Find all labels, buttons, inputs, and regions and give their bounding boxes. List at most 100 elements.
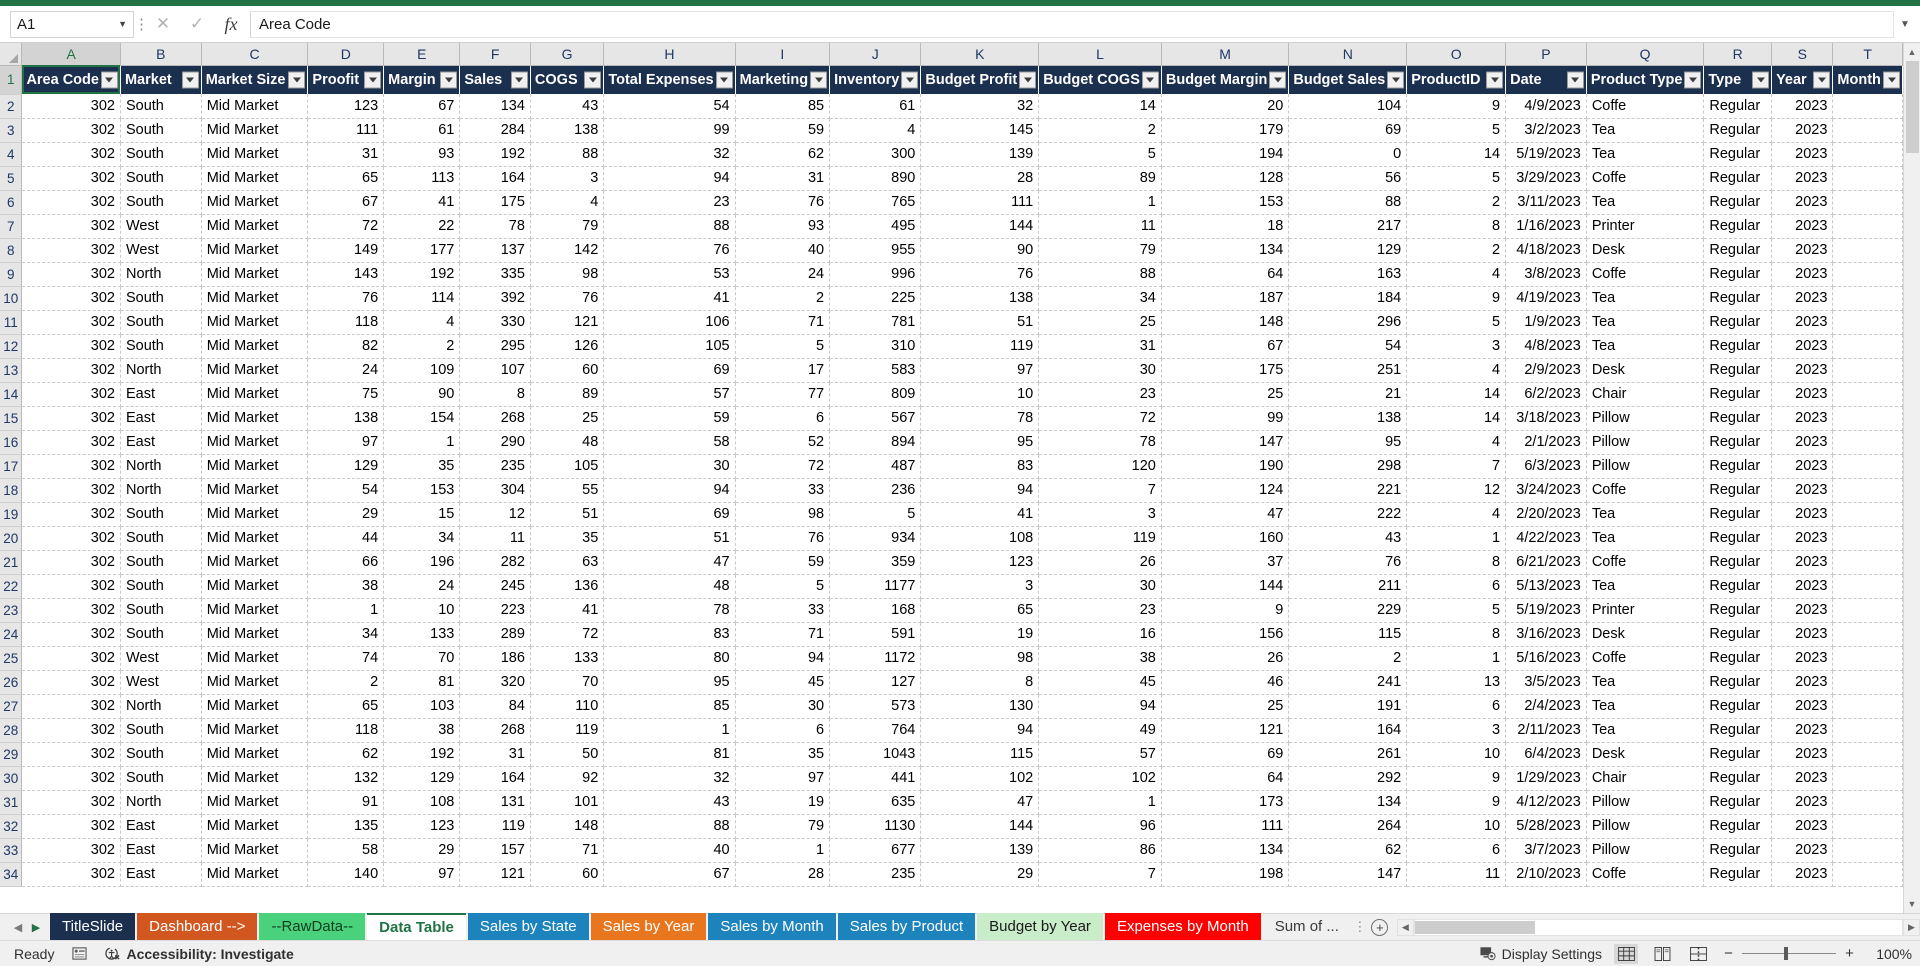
cell[interactable]: Mid Market: [201, 670, 309, 695]
cell[interactable]: 144: [920, 214, 1040, 239]
cell[interactable]: Tea: [1586, 526, 1705, 551]
cell[interactable]: 134: [1288, 790, 1408, 815]
cell[interactable]: 92: [530, 766, 605, 791]
cell[interactable]: 131: [459, 790, 531, 815]
cell[interactable]: 2: [307, 670, 385, 695]
cell[interactable]: South: [120, 598, 202, 623]
cell[interactable]: 38: [1038, 646, 1162, 671]
cell[interactable]: 138: [1288, 406, 1408, 431]
cell[interactable]: Mid Market: [201, 142, 309, 167]
cell[interactable]: 64: [1161, 262, 1290, 287]
cell[interactable]: 62: [735, 142, 831, 167]
cell[interactable]: Mid Market: [201, 406, 309, 431]
cell[interactable]: 40: [603, 838, 736, 863]
cell[interactable]: 2: [1038, 118, 1162, 143]
cell[interactable]: 97: [307, 430, 385, 455]
cell[interactable]: 98: [530, 262, 605, 287]
row-header-19[interactable]: 19: [0, 502, 23, 527]
cell[interactable]: 26: [1161, 646, 1290, 671]
cell[interactable]: 302: [21, 526, 121, 551]
column-filter-header-11[interactable]: Budget COGS: [1038, 65, 1162, 94]
filter-dropdown-icon[interactable]: [1141, 71, 1159, 89]
cell[interactable]: 2: [735, 286, 831, 311]
cell[interactable]: Mid Market: [201, 766, 309, 791]
cell[interactable]: West: [120, 214, 202, 239]
cell[interactable]: 31: [1038, 334, 1162, 359]
cell[interactable]: Mid Market: [201, 214, 309, 239]
cell[interactable]: South: [120, 118, 202, 143]
cell[interactable]: 2023: [1771, 454, 1834, 479]
row-header-1[interactable]: 1: [0, 65, 23, 95]
cell[interactable]: 133: [530, 646, 605, 671]
cell[interactable]: 1177: [829, 574, 922, 599]
cell[interactable]: West: [120, 646, 202, 671]
cell[interactable]: 175: [459, 190, 531, 215]
cell[interactable]: Coffe: [1586, 94, 1705, 119]
cell[interactable]: [1832, 190, 1903, 215]
sheet-tab-data-table[interactable]: Data Table: [367, 913, 466, 940]
cell[interactable]: 2023: [1771, 622, 1834, 647]
cell[interactable]: Mid Market: [201, 454, 309, 479]
cell[interactable]: [1832, 742, 1903, 767]
cell[interactable]: 2: [1288, 646, 1408, 671]
cell[interactable]: 2023: [1771, 286, 1834, 311]
fx-icon[interactable]: fx: [214, 11, 248, 38]
cell[interactable]: 163: [1288, 262, 1408, 287]
cell[interactable]: 235: [459, 454, 531, 479]
cell[interactable]: 2023: [1771, 190, 1834, 215]
cell[interactable]: 302: [21, 166, 121, 191]
cell[interactable]: 86: [1038, 838, 1162, 863]
cell[interactable]: 31: [459, 742, 531, 767]
cell[interactable]: [1832, 166, 1903, 191]
cell[interactable]: [1832, 358, 1903, 383]
cell[interactable]: South: [120, 526, 202, 551]
cell[interactable]: 78: [1038, 430, 1162, 455]
cell[interactable]: 76: [307, 286, 385, 311]
cell[interactable]: 85: [735, 94, 831, 119]
ellipsis-icon[interactable]: ⋮: [134, 17, 149, 32]
cell[interactable]: [1832, 118, 1903, 143]
cell[interactable]: 284: [459, 118, 531, 143]
cell[interactable]: [1832, 430, 1903, 455]
cell[interactable]: 147: [1288, 862, 1408, 887]
cell[interactable]: 2/4/2023: [1505, 694, 1587, 719]
filter-dropdown-icon[interactable]: [1684, 71, 1702, 89]
cell[interactable]: Regular: [1703, 766, 1773, 791]
row-header-21[interactable]: 21: [0, 550, 23, 575]
cell[interactable]: 1: [383, 430, 461, 455]
cell[interactable]: 10: [920, 382, 1040, 407]
cell[interactable]: 6: [1406, 574, 1507, 599]
cell[interactable]: 69: [1161, 742, 1290, 767]
cell[interactable]: 10: [1406, 742, 1507, 767]
column-header-d[interactable]: D: [307, 43, 385, 66]
sheet-tab-titleslide[interactable]: TitleSlide: [50, 913, 136, 940]
select-all-corner[interactable]: [0, 43, 23, 66]
zoom-in-button[interactable]: +: [1843, 945, 1856, 962]
cell[interactable]: 97: [735, 766, 831, 791]
row-header-27[interactable]: 27: [0, 694, 23, 719]
cell[interactable]: 302: [21, 406, 121, 431]
column-header-l[interactable]: L: [1038, 43, 1162, 66]
cell[interactable]: 41: [920, 502, 1040, 527]
column-filter-header-4[interactable]: Margin: [383, 65, 461, 94]
cell[interactable]: Mid Market: [201, 94, 309, 119]
cell[interactable]: Regular: [1703, 190, 1773, 215]
cell[interactable]: [1832, 406, 1903, 431]
cell[interactable]: 75: [307, 382, 385, 407]
cell[interactable]: 54: [603, 94, 736, 119]
cell[interactable]: 302: [21, 622, 121, 647]
cell[interactable]: 72: [307, 214, 385, 239]
cell[interactable]: 302: [21, 478, 121, 503]
cell[interactable]: 6: [1406, 694, 1507, 719]
page-layout-view-icon[interactable]: [1650, 944, 1674, 964]
cell[interactable]: 76: [1288, 550, 1408, 575]
scroll-down-icon[interactable]: ▼: [1903, 895, 1920, 913]
cell[interactable]: 1/29/2023: [1505, 766, 1587, 791]
cell[interactable]: 93: [735, 214, 831, 239]
cell[interactable]: 24: [307, 358, 385, 383]
cell[interactable]: 65: [307, 166, 385, 191]
scroll-up-icon[interactable]: ▲: [1903, 43, 1920, 61]
column-filter-header-15[interactable]: Date: [1505, 65, 1587, 94]
horizontal-scroll-track[interactable]: [1413, 918, 1903, 936]
cell[interactable]: 194: [1161, 142, 1290, 167]
